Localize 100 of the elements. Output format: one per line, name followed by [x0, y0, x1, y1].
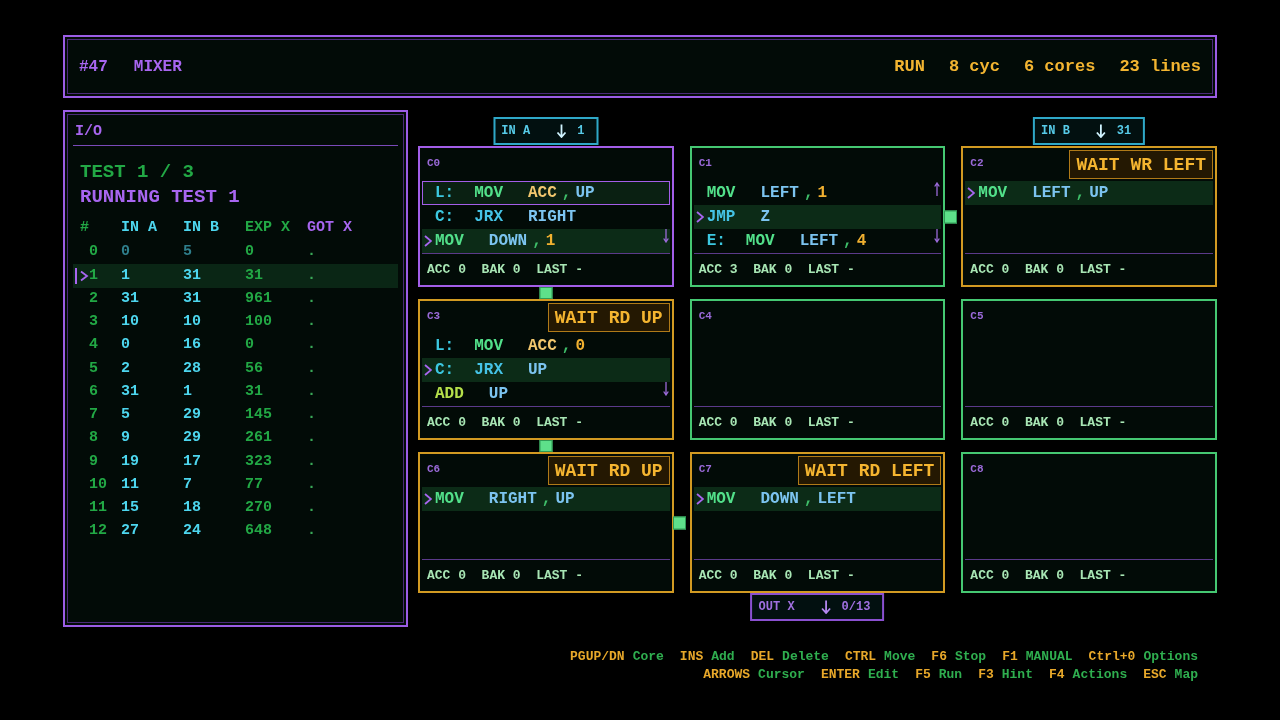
- key-hint: F1 MANUAL: [1002, 648, 1073, 667]
- table-cell-text: 261: [245, 428, 273, 449]
- table-cell-text: 5: [183, 242, 193, 263]
- port-value: 1: [577, 123, 585, 140]
- key-hint: Ctrl+0 Options: [1088, 648, 1198, 667]
- table-cell-text: .: [307, 265, 317, 286]
- code-line: C: JRX UP: [435, 360, 548, 380]
- table-cell-text: .: [307, 312, 317, 333]
- port-value: 0/13: [841, 599, 871, 616]
- key-hint: F3 Hint: [978, 666, 1033, 685]
- table-cell-text: 648: [245, 521, 273, 542]
- table-cell-text: 9: [121, 428, 131, 449]
- table-cell-text: .: [307, 474, 317, 495]
- core-panel[interactable]: C7 WAIT RD LEFT MOV DOWN , LEFT ACC 0 BAK 0 LAST -: [689, 452, 946, 593]
- table-cell-text: 5: [121, 405, 131, 426]
- code-line: C: JRX RIGHT: [435, 207, 577, 227]
- table-cell-text: 29: [183, 428, 202, 449]
- chevron-icon: [967, 187, 976, 199]
- core-panel[interactable]: C3 WAIT RD UP L: MOV ACC , 0 C: JRX UP ADD UP ACC 0 BAK 0 LAST -: [418, 299, 674, 440]
- table-cell-text: 5: [89, 358, 99, 379]
- core-panel[interactable]: C4 ACC 0 BAK 0 LAST -: [689, 299, 946, 440]
- code-line: E: MOV LEFT , 4: [706, 231, 867, 251]
- stat-text: 23 lines: [1119, 55, 1201, 78]
- table-cell-text: .: [307, 381, 317, 402]
- column-header: GOT X: [307, 218, 353, 239]
- column-header: IN B: [183, 218, 220, 239]
- table-cell-text: 10: [183, 312, 202, 333]
- key-hint: INS Add: [679, 648, 735, 667]
- table-cell-text: 56: [245, 358, 264, 379]
- core-label: C1: [698, 156, 712, 170]
- table-cell-text: 31: [245, 265, 264, 286]
- port-label: OUT X: [758, 599, 795, 616]
- table-cell-text: .: [307, 335, 317, 356]
- table-cell-text: .: [307, 428, 317, 449]
- core-panel[interactable]: C0 L: MOV ACC , UP C: JRX RIGHT MOV DOWN , 1 ACC 0 BAK 0 LAST -: [418, 146, 674, 287]
- table-cell-text: .: [307, 451, 317, 472]
- key-hint: PGUP/DN Core: [570, 648, 664, 667]
- core-panel[interactable]: C8 ACC 0 BAK 0 LAST -: [961, 452, 1217, 593]
- core-stats: ACC 0 BAK 0 LAST -: [426, 566, 585, 585]
- arrow-down-icon: [1095, 124, 1106, 138]
- table-cell-text: 0: [89, 242, 99, 263]
- column-header: IN A: [121, 218, 158, 239]
- key-hint: CTRL Move: [844, 648, 916, 667]
- key-hint: ESC Map: [1143, 666, 1198, 685]
- puzzle-name: MIXER: [133, 56, 182, 78]
- table-cell-text: 7: [183, 474, 193, 495]
- table-cell-text: 323: [245, 451, 273, 472]
- core-panel[interactable]: C5 ACC 0 BAK 0 LAST -: [961, 299, 1217, 440]
- code-line: ADD UP: [435, 384, 508, 404]
- table-cell-text: 1: [89, 265, 99, 286]
- table-cell-text: 29: [183, 405, 202, 426]
- chevron-icon: [695, 493, 704, 505]
- code-line: MOV RIGHT , UP: [435, 489, 575, 509]
- column-header: #: [79, 218, 90, 239]
- table-cell-text: 15: [121, 498, 140, 519]
- arrow-down-icon: [556, 124, 567, 138]
- code-line: L: MOV ACC , UP: [435, 183, 595, 203]
- core-stats: ACC 0 BAK 0 LAST -: [697, 413, 856, 432]
- chevron-icon: [424, 235, 432, 247]
- table-cell-text: 9: [89, 451, 99, 472]
- table-cell-text: 7: [89, 405, 99, 426]
- table-cell-text: .: [307, 405, 317, 426]
- table-cell-text: 2: [121, 358, 131, 379]
- core-stats: ACC 0 BAK 0 LAST -: [969, 260, 1128, 279]
- test-counter: TEST 1 / 3: [79, 160, 196, 184]
- core-panel[interactable]: C1 MOV LEFT , 1 JMP Z E: MOV LEFT , 4 ACC 3 BAK 0 LAST -: [689, 146, 946, 287]
- table-cell-text: 19: [121, 451, 140, 472]
- table-cell-text: 10: [121, 312, 140, 333]
- stat-text: 6 cores: [1023, 55, 1096, 78]
- core-stats: ACC 3 BAK 0 LAST -: [697, 260, 856, 279]
- table-cell-text: 0: [121, 242, 131, 263]
- table-cell-text: .: [307, 358, 317, 379]
- run-status: RUNNING TEST 1: [79, 185, 241, 209]
- run-state: RUN: [894, 55, 925, 78]
- table-cell-text: 2: [89, 288, 99, 309]
- chevron-icon: [424, 364, 432, 376]
- core-label: C5: [970, 309, 984, 323]
- core-panel[interactable]: C2 WAIT WR LEFT MOV LEFT , UP ACC 0 BAK 0 LAST -: [961, 146, 1217, 287]
- stat-text: 8 cyc: [948, 55, 1000, 78]
- table-cell-text: 10: [89, 474, 108, 495]
- core-label: C0: [427, 156, 441, 170]
- table-cell-text: 28: [183, 358, 202, 379]
- key-hint: F5 Run: [915, 666, 963, 685]
- table-cell-text: 100: [245, 312, 273, 333]
- code-line: JMP Z: [706, 207, 771, 227]
- table-cell-text: 6: [89, 381, 99, 402]
- table-cell-text: 77: [245, 474, 264, 495]
- core-label: C4: [698, 309, 712, 323]
- table-cell-text: 0: [245, 335, 255, 356]
- column-header: EXP X: [245, 218, 291, 239]
- status-badge: WAIT RD UP: [547, 303, 670, 332]
- core-panel[interactable]: C6 WAIT RD UP MOV RIGHT , UP ACC 0 BAK 0 LAST -: [418, 452, 674, 593]
- table-cell-text: .: [307, 242, 317, 263]
- key-hint: ENTER Edit: [820, 666, 900, 685]
- table-cell-text: 0: [245, 242, 255, 263]
- table-cell-text: 12: [89, 521, 108, 542]
- table-cell-text: 961: [245, 288, 273, 309]
- puzzle-number: #47: [79, 56, 108, 78]
- code-line: MOV DOWN , LEFT: [706, 489, 856, 509]
- table-cell-text: 31: [183, 265, 202, 286]
